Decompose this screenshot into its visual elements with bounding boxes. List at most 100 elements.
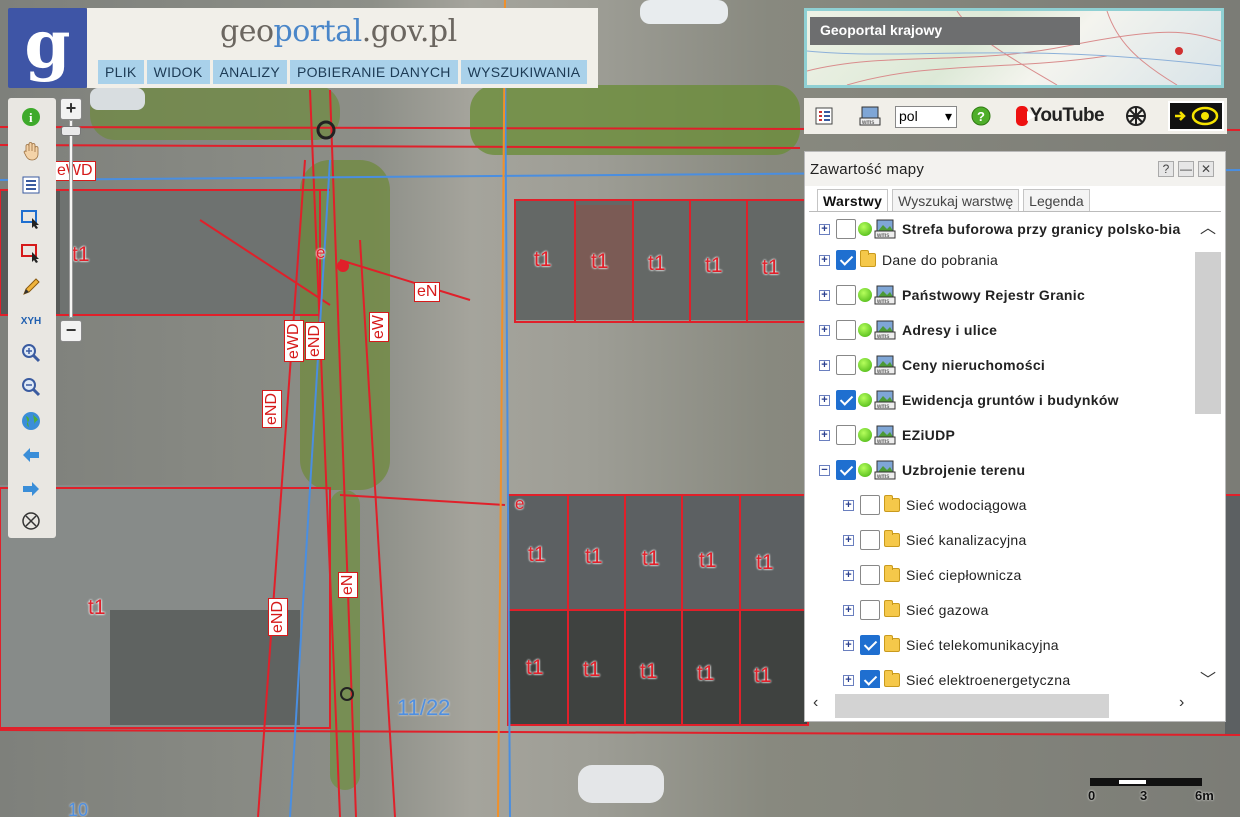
expand-icon[interactable]: + <box>819 359 830 371</box>
pan-hand-icon[interactable] <box>20 140 42 162</box>
layer-row[interactable]: + Sieć gazowa <box>843 595 989 625</box>
expand-icon[interactable]: + <box>819 254 830 266</box>
scroll-right-icon[interactable]: › <box>1179 694 1184 712</box>
language-select[interactable]: pol <box>895 106 957 128</box>
menu-widok[interactable]: WIDOK <box>146 60 210 84</box>
folder-icon <box>884 565 900 582</box>
wms-layer-icon: wms <box>874 285 896 305</box>
panel-help-button[interactable]: ? <box>1158 161 1174 177</box>
layer-row[interactable]: + Dane do pobrania <box>819 245 998 275</box>
zoom-slider[interactable]: + − <box>59 98 83 344</box>
wms-icon[interactable]: wms <box>858 104 882 128</box>
zoom-plus-button[interactable]: + <box>60 98 82 120</box>
expand-icon[interactable]: + <box>819 289 830 301</box>
layer-row[interactable]: + wms Strefa buforowa przy granicy polsko-… <box>819 214 1181 244</box>
network-label: eN <box>414 282 441 302</box>
layer-checkbox[interactable] <box>860 530 880 550</box>
layer-checkbox[interactable] <box>860 495 880 515</box>
layer-row[interactable]: + wms Ceny nieruchomości <box>819 350 1045 380</box>
layer-checkbox[interactable] <box>836 285 856 305</box>
header-bar: geoportal.gov.pl PLIK WIDOK ANALIZY POBI… <box>87 8 598 88</box>
expand-icon[interactable]: + <box>843 604 854 616</box>
layer-row[interactable]: + wms EZiUDP <box>819 420 955 450</box>
expand-icon[interactable]: + <box>843 534 854 546</box>
settings-wheel-icon[interactable] <box>1124 104 1148 128</box>
layer-checkbox[interactable] <box>836 355 856 375</box>
tab-warstwy[interactable]: Warstwy <box>817 189 889 211</box>
menu-wyszukiwania[interactable]: WYSZUKIWANIA <box>460 60 588 84</box>
help-icon[interactable]: ? <box>970 104 992 128</box>
expand-icon[interactable]: + <box>843 639 854 651</box>
vertical-scrollbar[interactable]: ︿ ﹀ <box>1195 214 1223 690</box>
layer-label: Adresy i ulice <box>902 322 998 338</box>
panel-close-button[interactable]: ✕ <box>1198 161 1214 177</box>
layer-row[interactable]: + Sieć kanalizacyjna <box>843 525 1027 555</box>
zoom-out-icon[interactable] <box>20 376 42 398</box>
layer-row[interactable]: − wms Uzbrojenie terenu <box>819 455 1025 485</box>
layer-checkbox[interactable] <box>836 460 856 480</box>
layer-row[interactable]: + wms Adresy i ulice <box>819 315 997 345</box>
layers-legend-icon[interactable] <box>814 104 834 128</box>
select-rectangle-icon[interactable] <box>20 208 42 230</box>
zoom-minus-button[interactable]: − <box>60 320 82 342</box>
legend-list-icon[interactable] <box>20 174 42 196</box>
layer-row[interactable]: + Sieć elektroenergetyczna <box>843 665 1070 688</box>
layer-checkbox[interactable] <box>836 219 856 239</box>
layer-checkbox[interactable] <box>860 565 880 585</box>
menu-pobieranie-danych[interactable]: POBIERANIE DANYCH <box>289 60 458 84</box>
overview-map[interactable]: Geoportal krajowy <box>804 8 1224 88</box>
network-label: eWD <box>284 320 304 362</box>
zoom-in-icon[interactable] <box>20 342 42 364</box>
geoportal-logo[interactable]: g <box>8 8 87 88</box>
layer-row[interactable]: + Sieć wodociągowa <box>843 490 1027 520</box>
expand-icon[interactable]: + <box>843 569 854 581</box>
tab-wyszukaj-warstwe[interactable]: Wyszukaj warstwę <box>892 189 1020 211</box>
horizontal-scrollbar[interactable]: ‹ › <box>805 690 1225 720</box>
info-icon[interactable]: i <box>20 106 42 128</box>
pencil-icon[interactable] <box>20 276 42 298</box>
parcel-number: 11/22 <box>397 695 451 720</box>
expand-icon[interactable]: + <box>843 499 854 511</box>
scroll-up-icon[interactable]: ︿ <box>1200 214 1216 238</box>
layer-checkbox[interactable] <box>860 600 880 620</box>
xyh-coordinates-icon[interactable]: XYH <box>20 310 42 332</box>
layer-row[interactable]: + wms Ewidencja gruntów i budynków <box>819 385 1119 415</box>
back-arrow-icon[interactable] <box>20 444 42 466</box>
expand-icon[interactable]: + <box>843 674 854 686</box>
scroll-down-icon[interactable]: ﹀ <box>1200 666 1216 690</box>
layer-checkbox[interactable] <box>836 250 856 270</box>
expand-icon[interactable]: + <box>819 429 830 441</box>
layer-checkbox[interactable] <box>836 425 856 445</box>
parcel-label: t1 <box>699 549 717 572</box>
vertical-scroll-thumb[interactable] <box>1195 252 1221 414</box>
youtube-icon[interactable]: YouTube <box>1016 104 1105 128</box>
compass-icon[interactable] <box>20 510 42 532</box>
menu-plik[interactable]: PLIK <box>98 60 144 84</box>
expand-icon[interactable]: + <box>819 324 830 336</box>
expand-icon[interactable]: + <box>819 223 830 235</box>
select-red-icon[interactable] <box>20 242 42 264</box>
zoom-knob[interactable] <box>61 126 81 136</box>
layer-checkbox[interactable] <box>860 670 880 688</box>
menu-analizy[interactable]: ANALIZY <box>212 60 287 84</box>
horizontal-scroll-thumb[interactable] <box>835 694 1109 718</box>
tab-legenda[interactable]: Legenda <box>1023 189 1090 211</box>
layer-row[interactable]: + wms Państwowy Rejestr Granic <box>819 280 1085 310</box>
zoom-track[interactable] <box>69 120 73 318</box>
layer-label: Strefa buforowa przy granicy polsko-bia <box>902 221 1181 237</box>
forward-arrow-icon[interactable] <box>20 478 42 500</box>
parcel-label: t1 <box>754 664 772 687</box>
collapse-icon[interactable]: − <box>819 464 830 476</box>
globe-icon[interactable] <box>20 410 42 432</box>
scroll-left-icon[interactable]: ‹ <box>813 694 818 712</box>
layer-checkbox[interactable] <box>836 390 856 410</box>
eye-contrast-icon[interactable] <box>1168 101 1224 131</box>
expand-icon[interactable]: + <box>819 394 830 406</box>
layer-label: Sieć gazowa <box>906 602 989 618</box>
layer-status-icon <box>858 393 872 407</box>
layer-checkbox[interactable] <box>860 635 880 655</box>
panel-minimize-button[interactable]: — <box>1178 161 1194 177</box>
layer-row[interactable]: + Sieć ciepłownicza <box>843 560 1022 590</box>
layer-checkbox[interactable] <box>836 320 856 340</box>
layer-row[interactable]: + Sieć telekomunikacyjna <box>843 630 1059 660</box>
